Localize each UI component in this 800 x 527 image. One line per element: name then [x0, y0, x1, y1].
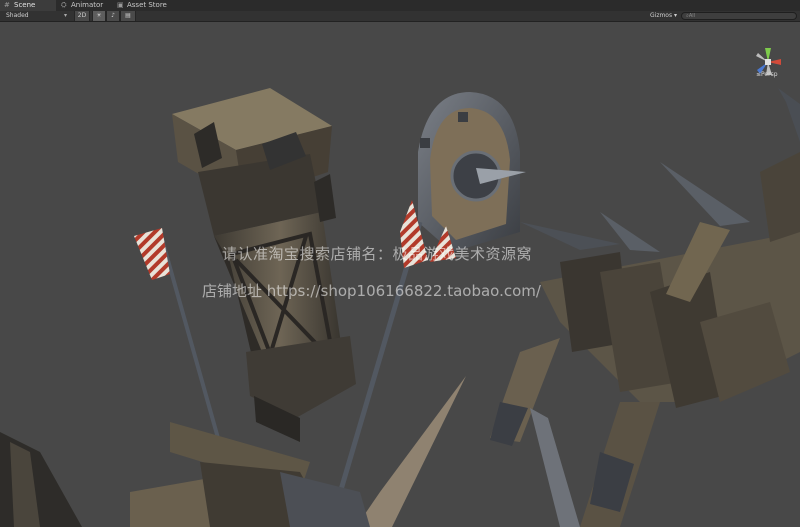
shading-chevron-icon[interactable]: ▾: [64, 11, 72, 21]
search-placeholder: All: [688, 13, 696, 19]
effects-toggle-icon[interactable]: ▤: [120, 11, 136, 21]
tab-scene[interactable]: # Scene: [0, 0, 56, 11]
scene-icon: #: [4, 1, 10, 9]
tab-asset-store[interactable]: ▣ Asset Store: [113, 0, 173, 11]
shading-mode-dropdown[interactable]: Shaded: [6, 11, 56, 21]
scene-viewport[interactable]: 请认准淘宝搜索店铺名：极品游戏美术资源窝 店铺地址 https://shop10…: [0, 22, 800, 527]
wooden-bridge: [490, 152, 800, 527]
round-shield: [418, 92, 526, 252]
tab-animator[interactable]: ⛭ Animator: [57, 0, 113, 11]
2d-toggle-button[interactable]: 2D: [74, 11, 90, 21]
gizmos-dropdown[interactable]: Gizmos ▾: [650, 11, 680, 21]
projection-text: Persp: [761, 71, 778, 78]
editor-tab-bar: # Scene ⛭ Animator ▣ Asset Store: [0, 0, 800, 11]
bottom-debris: [0, 422, 370, 527]
watermark-line-1: 请认准淘宝搜索店铺名：极品游戏美术资源窝: [222, 245, 533, 263]
scene-render: [0, 88, 800, 527]
scene-toolbar: Shaded ▾ 2D ☀ ♪ ▤ Gizmos ▾ ⌕All: [0, 11, 800, 22]
tab-asset-store-label: Asset Store: [127, 1, 167, 9]
store-icon: ▣: [117, 1, 124, 9]
wooden-tower: [172, 88, 356, 442]
scene-search-input[interactable]: ⌕All: [681, 12, 797, 20]
tab-scene-label: Scene: [14, 1, 36, 9]
shading-mode-label: Shaded: [6, 12, 29, 19]
2d-toggle-label: 2D: [77, 12, 87, 19]
projection-label[interactable]: ≤Persp: [756, 71, 778, 78]
gizmos-label: Gizmos: [650, 12, 673, 19]
animator-icon: ⛭: [61, 1, 67, 9]
lighting-toggle-icon[interactable]: ☀: [92, 11, 106, 21]
top-right-spike: [778, 88, 800, 142]
watermark-line-2: 店铺地址 https://shop106166822.taobao.com/: [202, 282, 541, 300]
tab-animator-label: Animator: [71, 1, 104, 9]
audio-toggle-icon[interactable]: ♪: [106, 11, 120, 21]
